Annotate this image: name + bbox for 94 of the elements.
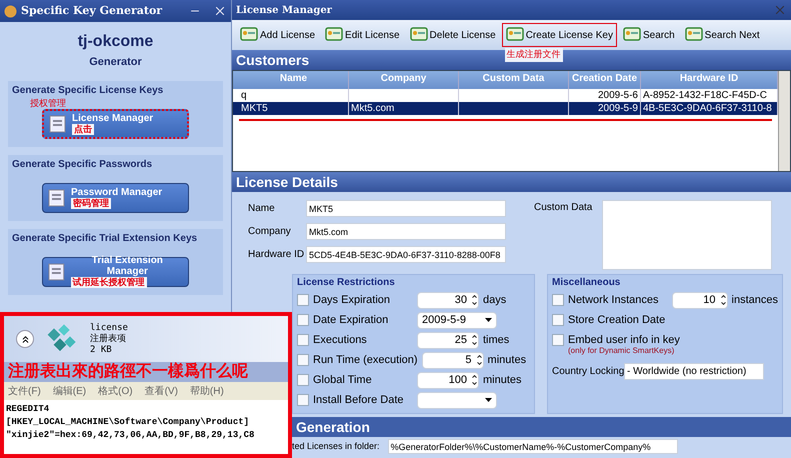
document-icon [47,262,67,280]
group-title: License Restrictions [297,276,396,290]
card-icon [684,27,703,43]
input-field[interactable]: Mkt5.com [306,223,506,240]
toolbar-button[interactable]: Search [618,23,679,47]
menu-item[interactable]: 格式(O) [98,384,133,398]
spinner-field[interactable]: 5 [422,352,484,368]
input-field[interactable]: 5CD5-4E4B-5E3C-9DA0-6F37-3110-8288-00F8 [306,246,506,263]
document-icon [48,114,68,132]
spinner-field[interactable]: 100 [417,372,479,388]
window-title: License Manager [236,4,333,18]
checkbox[interactable] [552,314,564,326]
code-line: "xinjie2"=hex:69,42,73,06,AA,BD,9F,B8,29,13,C8 [6,429,256,442]
unit-label: minutes [488,352,526,368]
custom-data-field[interactable] [602,200,772,270]
field-label: Custom Data [534,201,590,213]
checkbox[interactable] [297,294,309,306]
option-label: Executions [313,332,368,348]
option-label: Network Instances [568,292,660,308]
card-icon [410,27,428,43]
group-title: Miscellaneous [552,276,622,290]
card-icon [240,27,258,43]
card-icon [622,27,641,43]
card-icon [325,27,344,43]
code-line: [HKEY_LOCAL_MACHINE\Software\Company\Product] [6,416,250,429]
checkbox[interactable] [552,334,564,346]
unit-label: days [483,292,506,308]
spinner-field[interactable]: 10 [672,292,728,308]
field-label: Hardware ID [248,248,306,262]
option-label: Run Time (execution) [313,352,419,368]
code-line: REGEDIT4 [6,403,50,416]
checkbox[interactable] [297,314,309,326]
caret-icon[interactable] [485,398,492,402]
file-size: 2 KB [90,344,113,356]
country-field[interactable]: - Worldwide (no restriction) [624,363,764,380]
section-heading: Generate Specific License Keys [12,84,164,98]
toolbar-button[interactable]: Delete License [406,23,500,47]
collapse-button[interactable] [16,330,34,348]
section-heading: Generate Specific Passwords [12,158,154,172]
double-chevron-icon [20,334,30,344]
field-label: Name [248,202,276,216]
manager-button[interactable]: Password Manager 密码管理 [42,182,189,212]
table-cell: 2009-5-9 [569,102,641,115]
table-cell: Mkt5.com [349,102,459,115]
annotation-text: 生成注册文件 [504,48,563,62]
app-icon [4,4,17,18]
option-label: Embed user info in key [568,332,681,347]
manager-button[interactable]: Trial Extension Manager 试用延长授权管理 [42,256,189,286]
field-label: ted Licenses in folder: [292,440,380,453]
table-row[interactable]: MKT5 Mkt5.com 2009-5-9 4B-5E3C-9DA0-6F37-3110-8 [233,102,778,115]
window-title: Specific Key Generator [21,2,164,19]
input-field[interactable]: %GeneratorFolder%\%CustomerName%-%CustomerCompany% [388,439,678,454]
document-icon [47,188,67,206]
field-label: Company [248,225,292,239]
option-label: Global Time [313,372,373,388]
file-name: license [90,322,128,334]
table-cell: MKT5 [239,102,349,115]
toolbar-button[interactable]: Add License [236,23,320,47]
section-heading: Generate Specific Trial Extension Keys [12,232,198,246]
checkbox[interactable] [297,334,309,346]
app-subtitle: Generator [89,55,142,70]
manager-button[interactable]: License Manager 点击 [42,108,189,138]
input-field[interactable]: MKT5 [306,200,506,217]
option-label: Store Creation Date [568,312,666,328]
toolbar-button[interactable]: Search Next [680,23,764,47]
caption-text: 注册表出來的路徑不一樣爲什么呢 [4,362,288,382]
unit-label: minutes [483,372,522,388]
option-label: Date Expiration [313,312,390,328]
card-icon [506,27,524,43]
app-name: tj-okcome [78,32,154,52]
unit-label: times [483,332,510,348]
menu-item[interactable]: 查看(V) [144,384,178,398]
caret-icon[interactable] [485,318,492,322]
checkbox[interactable] [297,374,309,386]
menu-item[interactable]: 帮助(H) [190,384,224,398]
scrollbar[interactable] [778,71,790,171]
spinner-field[interactable]: 30 [417,292,479,308]
checkbox[interactable] [297,394,309,406]
spinner-field[interactable]: 25 [417,332,479,348]
section-header: License Details [232,172,791,192]
checkbox[interactable] [297,354,309,366]
unit-label: instances [732,292,778,308]
file-type: 注册表项 [90,334,127,344]
field-label: Country Locking [552,365,624,379]
option-label: Days Expiration [313,292,392,308]
checkbox[interactable] [552,294,564,306]
menu-item[interactable]: 编辑(E) [52,384,86,398]
menu-item[interactable]: 文件(F) [8,384,41,398]
hint-text: (only for Dynamic SmartKeys) [568,346,676,357]
date-dropdown[interactable]: 2009-5-9 [417,312,497,328]
option-label: Install Before Date [313,392,404,408]
toolbar-button[interactable]: Edit License [321,23,404,47]
annotation-text: 授权管理 [30,98,67,108]
close-icon[interactable] [213,4,227,18]
